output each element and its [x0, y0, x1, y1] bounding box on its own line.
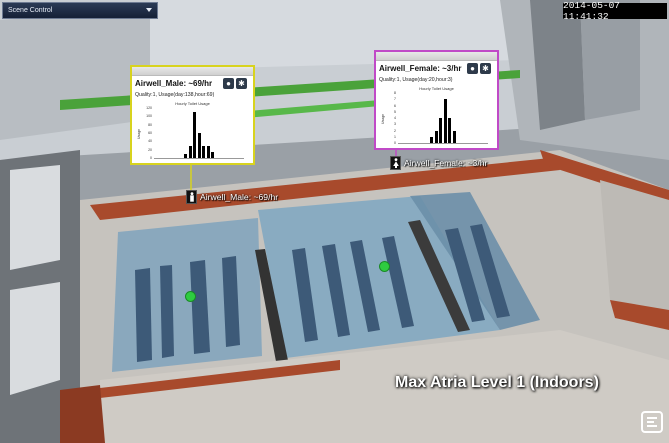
x-axis-line [154, 158, 244, 159]
chevron-down-icon [146, 8, 152, 12]
tag-label: Airwell_Female: ~3/hr [404, 157, 488, 168]
airwell-male-tag[interactable]: Airwell_Male: ~69/hr [186, 189, 279, 204]
airwell-male-popup[interactable]: Airwell_Male: ~69/hr ● ✱ Quality:1, Usag… [130, 65, 255, 165]
y-tick-label: 0 [394, 141, 396, 145]
y-tick-label: 6 [394, 103, 396, 108]
chart-ylabel: Usage [137, 128, 141, 139]
y-tick-label: 120 [146, 106, 152, 110]
y-tick-label: 40 [148, 139, 152, 144]
popup-title: Airwell_Male: ~69/hr [135, 79, 213, 88]
chart-ylabel: Usage [381, 113, 385, 124]
gear-icon[interactable]: ✱ [480, 63, 491, 74]
female-restroom-icon [390, 155, 401, 170]
chart-bar [434, 130, 438, 143]
y-tick-label: 4 [394, 116, 396, 120]
app-logo-icon [641, 411, 663, 433]
airwell-female-popup[interactable]: Airwell_Female: ~3/hr ● ✱ Quality:1, Usa… [374, 50, 499, 150]
y-tick-label: 60 [148, 131, 152, 135]
y-tick-label: 3 [394, 122, 396, 127]
popup-subtitle: Quality:1, Usage(day:138,hour:69) [135, 92, 215, 98]
y-tick-label: 100 [146, 114, 152, 119]
y-tick-label: 5 [394, 109, 396, 114]
datetime-display: 2014-05-07 11:41:32 [563, 0, 667, 22]
popup-header[interactable] [132, 67, 253, 76]
scene-control-dropdown[interactable]: Scene Control [2, 2, 158, 19]
y-tick-label: 8 [394, 91, 396, 95]
usage-chart: Hourly Toilet Usage Usage 8 765 4 321 0 [380, 86, 493, 146]
location-caption: Max Atria Level 1 (Indoors) [395, 374, 599, 391]
y-tick-label: 7 [394, 97, 396, 102]
eye-icon[interactable]: ● [223, 78, 234, 89]
y-tick-label: 80 [148, 122, 152, 127]
chart-bar [452, 130, 456, 143]
popup-subtitle: Quality:1, Usage(day:20,hour:3) [379, 77, 453, 83]
scene-control-label: Scene Control [8, 7, 53, 14]
y-tick-label: 1 [394, 134, 396, 139]
chart-bar [448, 118, 452, 143]
chart-bar [188, 145, 192, 158]
chart-bar [202, 145, 205, 158]
male-restroom-icon [186, 189, 197, 204]
eye-icon[interactable]: ● [467, 63, 478, 74]
y-tick-label: 2 [394, 128, 396, 133]
usage-chart: Hourly Toilet Usage Usage 120 100 80 60 40 20… [136, 101, 249, 161]
x-axis-line [398, 143, 488, 144]
chart-bar [197, 133, 201, 158]
status-ok-marker[interactable] [185, 291, 196, 302]
y-tick-label: 0 [150, 156, 152, 160]
chart-bar [206, 145, 210, 158]
popup-title: Airwell_Female: ~3/hr [379, 64, 462, 73]
y-tick-label: 20 [148, 147, 152, 152]
chart-bar [439, 118, 443, 143]
tag-label: Airwell_Male: ~69/hr [200, 191, 279, 202]
chart-title: Hourly Toilet Usage [175, 101, 210, 106]
status-ok-marker[interactable] [379, 261, 390, 272]
chart-title: Hourly Toilet Usage [419, 86, 454, 91]
airwell-female-tag[interactable]: Airwell_Female: ~3/hr [390, 155, 488, 170]
chart-bar [193, 112, 196, 158]
gear-icon[interactable]: ✱ [236, 78, 247, 89]
chart-bar [443, 99, 447, 143]
popup-header[interactable] [376, 52, 497, 61]
